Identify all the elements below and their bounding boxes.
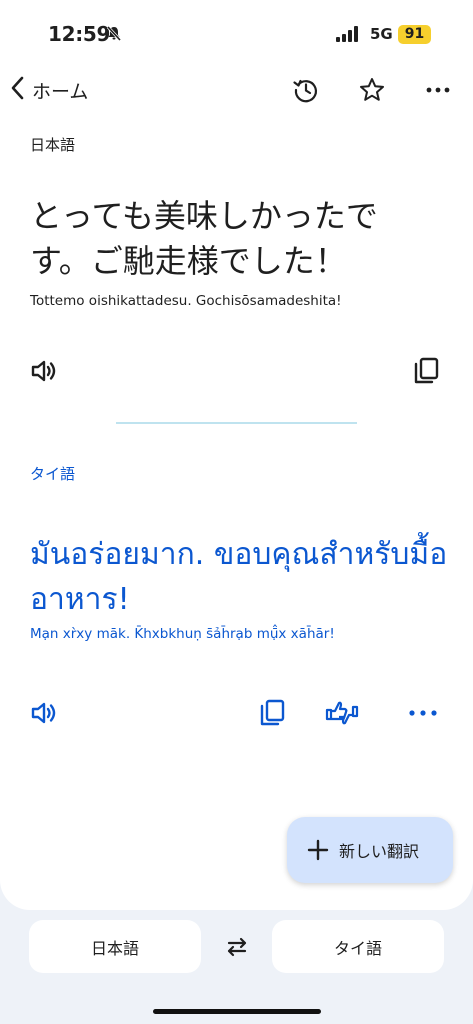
history-icon[interactable]	[290, 74, 322, 106]
target-language-button[interactable]: タイ語	[272, 920, 444, 973]
plus-icon	[307, 839, 329, 861]
source-text[interactable]: とっても美味しかったです。ご馳走様でした！	[30, 194, 430, 284]
home-indicator	[153, 1009, 321, 1014]
copy-icon[interactable]	[408, 353, 444, 389]
more-vert-icon[interactable]	[422, 74, 454, 106]
status-time: 12:59	[48, 22, 111, 46]
back-label: ホーム	[32, 80, 89, 103]
battery-indicator: 91	[398, 25, 431, 44]
speaker-icon[interactable]	[26, 695, 62, 731]
bell-muted-icon	[106, 25, 122, 45]
new-translation-button[interactable]: 新しい翻訳	[287, 817, 453, 883]
source-language-label: 日本語	[30, 136, 76, 154]
status-bar: 12:59 5G 91	[0, 0, 473, 62]
more-horiz-icon[interactable]	[405, 695, 441, 731]
target-romanization: Mạn xr̀xy māk. K̄hxbkhuṇ s̄ảh̄rạb mụ̄̂x …	[30, 626, 335, 642]
target-text[interactable]: มันอร่อยมาก. ขอบคุณสำหรับมื้ออาหาร!	[30, 532, 450, 622]
rate-translation-icon[interactable]	[324, 695, 360, 731]
star-icon[interactable]	[356, 74, 388, 106]
copy-icon[interactable]	[254, 695, 290, 731]
section-divider	[116, 422, 357, 424]
back-button[interactable]: ホーム	[8, 72, 88, 108]
source-language-button[interactable]: 日本語	[29, 920, 201, 973]
network-type: 5G	[370, 25, 393, 43]
signal-icon	[336, 26, 360, 46]
chevron-left-icon	[8, 75, 28, 105]
new-translation-label: 新しい翻訳	[339, 842, 420, 861]
translation-card: ホーム 日本語 とっても美味しかったです。ご馳走様でした！ Tottemo oi…	[0, 62, 473, 910]
source-romanization: Tottemo oishikattadesu. Gochisōsamadeshi…	[30, 293, 342, 309]
top-nav: ホーム	[0, 62, 473, 118]
speaker-icon[interactable]	[26, 353, 62, 389]
swap-languages-icon[interactable]	[220, 930, 254, 964]
target-language-label: タイ語	[30, 465, 76, 483]
